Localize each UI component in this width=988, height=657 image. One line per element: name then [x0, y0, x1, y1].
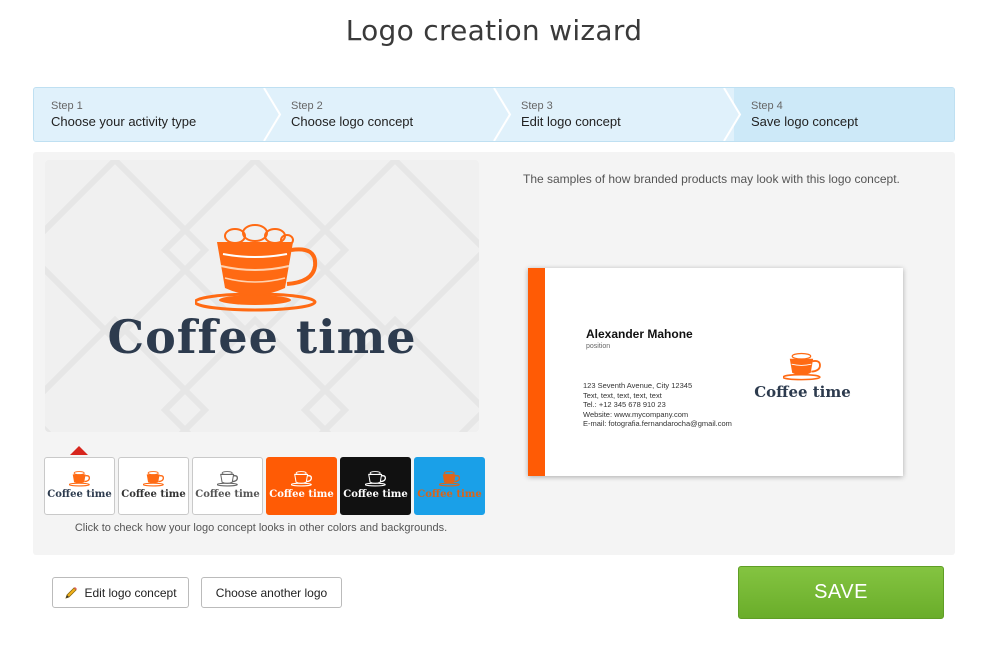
save-button[interactable]: SAVE [738, 566, 944, 619]
coffee-cup-icon [143, 471, 164, 487]
step-number: Step 3 [521, 100, 553, 112]
step-label: Choose logo concept [291, 114, 414, 129]
swatch-label: Coffee time [417, 489, 482, 500]
wizard-stepper: Step 1 Choose your activity type Step 2 … [33, 87, 955, 142]
swatch-option[interactable]: Coffee time [340, 457, 411, 515]
logo-text: Coffee time [107, 310, 417, 364]
coffee-cup-icon [365, 471, 386, 487]
coffee-cup-icon [439, 471, 460, 487]
main-panel: Coffee time Coffee time Coffee time Coff… [33, 152, 955, 555]
card-logo-text: Coffee time [754, 383, 851, 401]
swatch-option[interactable]: Coffee time [44, 457, 115, 515]
coffee-cup-icon [217, 471, 238, 487]
swatch-label: Coffee time [269, 489, 334, 500]
page-title: Logo creation wizard [345, 14, 643, 47]
pencil-icon [64, 586, 78, 600]
edit-logo-concept-button[interactable]: Edit logo concept [52, 577, 189, 608]
card-details: 123 Seventh Avenue, City 12345 Text, tex… [583, 381, 732, 429]
card-address: 123 Seventh Avenue, City 12345 [583, 381, 693, 390]
swatch-option[interactable]: Coffee time [414, 457, 485, 515]
swatch-option[interactable]: Coffee time [118, 457, 189, 515]
step-number: Step 2 [291, 100, 323, 112]
card-name: Alexander Mahone [586, 327, 693, 341]
samples-description: The samples of how branded products may … [523, 172, 900, 186]
edit-logo-concept-label: Edit logo concept [84, 585, 177, 600]
choose-another-logo-button[interactable]: Choose another logo [201, 577, 342, 608]
step-label: Save logo concept [751, 114, 858, 129]
card-stripe [528, 268, 545, 476]
coffee-cup-icon [783, 352, 821, 381]
swatch-label: Coffee time [195, 489, 260, 500]
card-position: position [586, 343, 611, 350]
step-4[interactable]: Step 4 Save logo concept [734, 88, 954, 141]
step-separator-icon [722, 88, 742, 141]
selected-swatch-indicator [70, 446, 88, 455]
swatch-label: Coffee time [121, 489, 186, 500]
coffee-cup-icon [195, 224, 318, 312]
swatch-hint: Click to check how your logo concept loo… [74, 522, 448, 534]
card-website: Website: www.mycompany.com [583, 409, 689, 419]
coffee-cup-icon [69, 471, 90, 487]
step-number: Step 4 [751, 100, 783, 112]
logo-preview: Coffee time [45, 160, 479, 432]
swatch-option[interactable]: Coffee time [266, 457, 337, 515]
step-label: Choose your activity type [51, 114, 197, 129]
step-number: Step 1 [51, 100, 83, 112]
swatch-option[interactable]: Coffee time [192, 457, 263, 515]
step-3[interactable]: Step 3 Edit logo concept [504, 88, 736, 141]
step-2[interactable]: Step 2 Choose logo concept [274, 88, 506, 141]
swatch-label: Coffee time [343, 489, 408, 500]
step-label: Edit logo concept [521, 114, 621, 129]
swatch-label: Coffee time [47, 489, 112, 500]
card-email: E-mail: fotografia.fernandarocha@gmail.c… [583, 419, 732, 428]
card-phone: Tel.: +12 345 678 910 23 [583, 400, 666, 409]
step-1[interactable]: Step 1 Choose your activity type [34, 88, 276, 141]
business-card-sample: Alexander Mahone position 123 Seventh Av… [528, 268, 903, 476]
card-text: Text, text, text, text, text [583, 390, 662, 400]
coffee-cup-icon [291, 471, 312, 487]
